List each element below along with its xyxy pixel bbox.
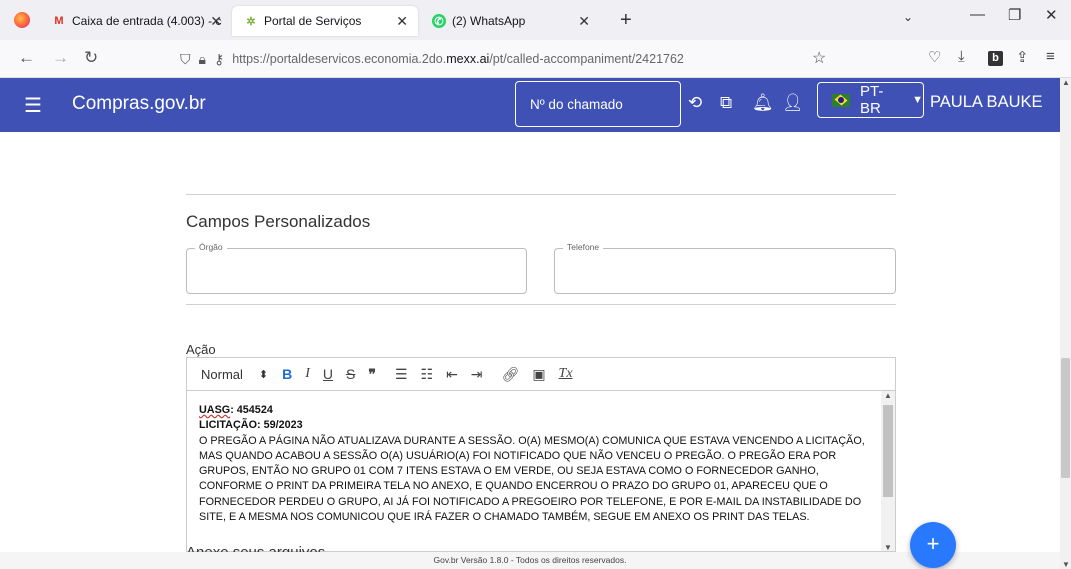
bullet-list-icon[interactable]: ☷ — [421, 366, 434, 383]
divider — [186, 194, 896, 195]
url-path: /pt/called-accompaniment/2421762 — [489, 52, 684, 66]
ordered-list-icon[interactable]: ☰ — [395, 366, 408, 383]
new-tab-icon[interactable]: + — [620, 9, 632, 32]
licitacao-line: LICITAÇÃO: 59/2023 — [199, 419, 303, 432]
brazil-flag-icon — [832, 93, 850, 107]
refresh-icon[interactable]: ⟲ — [688, 93, 702, 113]
acao-editor[interactable]: UASG: 454524 LICITAÇÃO: 59/2023 O PREGÃO… — [186, 391, 896, 552]
restore-icon[interactable]: ❐ — [1008, 6, 1021, 24]
scroll-down-icon[interactable]: ▼ — [1062, 560, 1070, 569]
bold-icon[interactable]: B — [282, 366, 292, 382]
image-icon[interactable]: ▣ — [532, 366, 545, 383]
blockquote-icon[interactable]: ❞ — [368, 366, 376, 383]
italic-icon[interactable]: I — [305, 366, 310, 382]
editor-body-text: O PREGÃO A PÁGINA NÃO ATUALIZAVA DURANTE… — [199, 434, 865, 524]
scroll-down-icon[interactable]: ▼ — [884, 543, 892, 551]
outdent-icon[interactable]: ⇤ — [446, 366, 458, 383]
divider — [186, 304, 896, 305]
editor-scrollbar[interactable]: ▲ ▼ — [881, 391, 895, 551]
extension-icon[interactable]: b — [988, 48, 1003, 66]
chevron-down-icon: ▼ — [912, 94, 923, 106]
custom-fields-title: Campos Personalizados — [186, 212, 371, 231]
reload-icon[interactable]: ↻ — [84, 48, 98, 68]
editor-content[interactable]: UASG: 454524 LICITAÇÃO: 59/2023 O PREGÃO… — [199, 403, 879, 525]
scroll-up-icon[interactable]: ▲ — [884, 391, 892, 400]
main-content: Campos Personalizados Órgão Telefone Açã… — [0, 132, 1060, 552]
menu-icon[interactable]: ≡ — [1046, 48, 1055, 65]
close-window-icon[interactable]: ✕ — [1045, 6, 1058, 24]
editor-scroll-thumb[interactable] — [883, 405, 893, 497]
list-all-tabs-icon[interactable]: ⌄ — [903, 10, 913, 24]
shield-icon[interactable]: ⛉ — [180, 51, 191, 68]
tab-gmail[interactable]: M Caixa de entrada (4.003) - cont ✕ — [40, 6, 230, 36]
tab-portal[interactable]: ✲ Portal de Serviços ✕ — [232, 6, 418, 36]
close-tab-icon[interactable]: ✕ — [396, 13, 408, 30]
telefone-field[interactable]: Telefone — [554, 242, 896, 294]
navigation-bar: ← → ↻ ⛉ 🔒︎ ⚷ https://portaldeservicos.ec… — [0, 40, 1071, 78]
tab-title: Caixa de entrada (4.003) - cont — [72, 14, 222, 28]
ticket-number-input[interactable] — [515, 81, 681, 127]
select-arrows-icon: ⬍ — [258, 368, 269, 381]
user-icon[interactable]: 👤︎ — [782, 93, 804, 113]
forward-icon[interactable]: → — [52, 48, 69, 68]
pocket-icon[interactable]: ♡ — [928, 48, 941, 66]
add-fab-button[interactable]: + — [910, 522, 956, 568]
attachments-heading: Anexe seus arquivos — [186, 544, 325, 552]
url-bar[interactable]: ⛉ 🔒︎ ⚷ https://portaldeservicos.economia… — [180, 45, 840, 73]
page-scrollbar[interactable]: ▲ ▼ — [1060, 78, 1071, 569]
brand-title[interactable]: Compras.gov.br — [72, 93, 206, 115]
uasg-value: : 454524 — [230, 404, 273, 416]
key-icon[interactable]: ⚷ — [214, 51, 224, 68]
portal-icon: ✲ — [246, 15, 256, 28]
url-prefix: https://portaldeservicos.economia.2do. — [232, 52, 447, 66]
bookmark-star-icon[interactable]: ☆ — [812, 48, 826, 68]
orgao-label: Órgão — [195, 242, 227, 252]
orgao-input[interactable] — [187, 249, 526, 293]
scroll-up-icon[interactable]: ▲ — [1062, 78, 1070, 87]
download-icon[interactable]: ⤓ — [958, 48, 965, 65]
language-label: PT-BR — [859, 83, 884, 117]
tab-whatsapp[interactable]: ✆ (2) WhatsApp ✕ — [420, 6, 610, 36]
editor-toolbar: Normal ⬍ B I U S ❞ ☰ ☷ ⇤ ⇥ 🔗︎ ▣ Tx — [186, 357, 896, 391]
app-header: ☰ Compras.gov.br ⟲ ⧉ 🔔︎ 👤︎ PT-BR ▼ PAULA… — [0, 78, 1071, 132]
uasg-label: UASG — [199, 404, 231, 416]
close-tab-icon[interactable]: ✕ — [210, 13, 222, 30]
tab-title: Portal de Serviços — [264, 14, 362, 28]
user-name[interactable]: PAULA BAUKE — [930, 93, 1043, 112]
format-select-value: Normal — [201, 366, 243, 382]
firefox-menu-icon[interactable] — [14, 12, 30, 28]
minimize-icon[interactable]: — — [970, 6, 985, 23]
whatsapp-icon: ✆ — [432, 14, 446, 28]
lock-icon[interactable]: 🔒︎ — [199, 51, 206, 68]
orgao-field[interactable]: Órgão — [186, 242, 527, 294]
share-icon[interactable]: ⇪ — [1016, 48, 1029, 66]
indent-icon[interactable]: ⇥ — [471, 366, 483, 383]
close-tab-icon[interactable]: ✕ — [578, 13, 590, 30]
format-select[interactable]: Normal ⬍ — [201, 367, 268, 382]
clear-format-icon[interactable]: Tx — [559, 366, 573, 382]
telefone-label: Telefone — [563, 242, 604, 252]
browser-tab-strip: M Caixa de entrada (4.003) - cont ✕ ✲ Po… — [0, 0, 1071, 40]
strikethrough-icon[interactable]: S — [346, 366, 355, 382]
hamburger-menu-icon[interactable]: ☰ — [24, 93, 42, 118]
underline-icon[interactable]: U — [323, 366, 333, 382]
document-icon[interactable]: ⧉ — [720, 93, 732, 113]
acao-label: Ação — [186, 342, 216, 357]
telefone-input[interactable] — [555, 249, 895, 293]
gmail-icon: M — [54, 15, 64, 27]
page-scroll-thumb[interactable] — [1061, 358, 1070, 478]
back-icon[interactable]: ← — [18, 48, 35, 68]
footer: Gov.br Versão 1.8.0 - Todos os direitos … — [0, 552, 1060, 569]
url-host: mexx.ai — [446, 52, 490, 66]
bell-icon[interactable]: 🔔︎ — [752, 93, 774, 113]
link-icon[interactable]: 🔗︎ — [502, 366, 520, 383]
language-select[interactable]: PT-BR ▼ — [817, 82, 924, 118]
tab-title: (2) WhatsApp — [452, 14, 526, 28]
